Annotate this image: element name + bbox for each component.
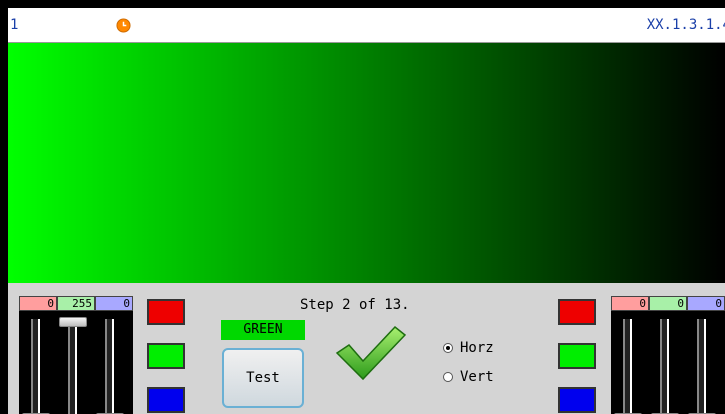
left-red-swatch-button[interactable]: [147, 299, 185, 325]
right-red-swatch-button[interactable]: [558, 299, 596, 325]
step-indicator: Step 2 of 13.: [300, 297, 410, 313]
left-blue-swatch-button[interactable]: [147, 387, 185, 413]
left-green-value[interactable]: 255: [57, 296, 95, 311]
right-green-value[interactable]: 0: [649, 296, 687, 311]
right-blue-swatch-button[interactable]: [558, 387, 596, 413]
radio-horizontal-button[interactable]: [443, 343, 453, 353]
right-slider-group: [611, 311, 725, 414]
radio-horizontal-label: Horz: [460, 340, 494, 356]
left-red-value[interactable]: 0: [19, 296, 57, 311]
right-green-slider-track[interactable]: [660, 319, 669, 414]
left-blue-slider-track[interactable]: [105, 319, 114, 414]
right-red-value[interactable]: 0: [611, 296, 649, 311]
title-bar: 1 XX.1.3.1.4: [8, 8, 725, 43]
step-number-label: 1: [10, 17, 19, 33]
radio-vertical-button[interactable]: [443, 372, 453, 382]
version-label: XX.1.3.1.4: [646, 17, 725, 33]
left-green-swatch-button[interactable]: [147, 343, 185, 369]
right-green-swatch-button[interactable]: [558, 343, 596, 369]
radio-vertical-label: Vert: [460, 369, 494, 385]
clock-icon: [116, 18, 131, 33]
right-blue-slider-track[interactable]: [697, 319, 706, 414]
test-pattern-display: [8, 43, 725, 283]
checkmark-icon: [335, 325, 407, 381]
left-slider-group: [19, 311, 133, 414]
left-green-slider-track[interactable]: [68, 319, 77, 414]
test-button[interactable]: Test: [222, 348, 304, 408]
right-blue-value[interactable]: 0: [687, 296, 725, 311]
app-window: 1 XX.1.3.1.4 0 255 0 Step 2 of 13. GREEN…: [8, 8, 725, 414]
current-color-label: GREEN: [221, 320, 305, 340]
left-green-slider-handle[interactable]: [59, 317, 87, 327]
control-panel: 0 255 0 Step 2 of 13. GREEN Test Horz Ve…: [8, 283, 725, 414]
radio-vertical[interactable]: Vert: [443, 369, 494, 385]
radio-horizontal[interactable]: Horz: [443, 340, 494, 356]
left-red-slider-track[interactable]: [31, 319, 40, 414]
right-red-slider-track[interactable]: [623, 319, 632, 414]
left-blue-value[interactable]: 0: [95, 296, 133, 311]
